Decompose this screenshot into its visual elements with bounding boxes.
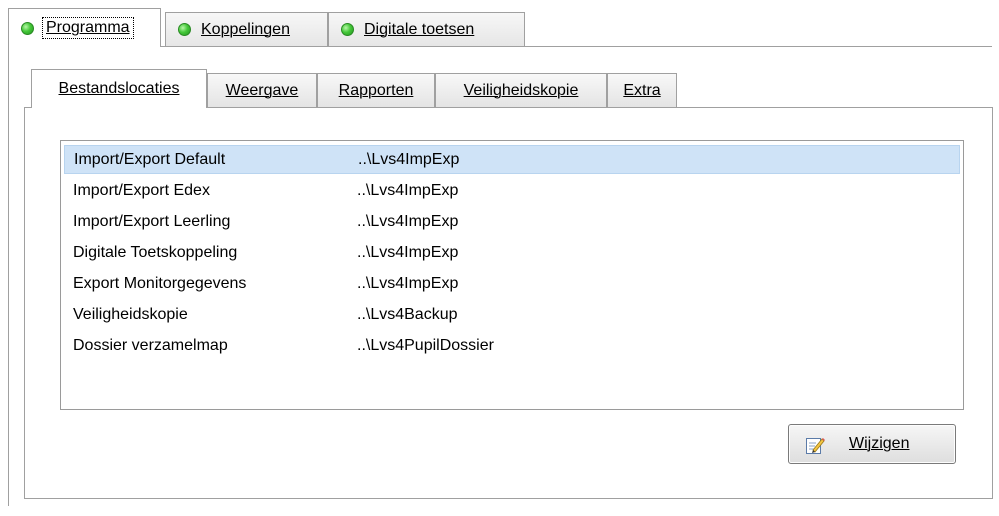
tab-digitale-toetsen[interactable]: Digitale toetsen — [328, 12, 525, 46]
location-path: ..\Lvs4PupilDossier — [357, 336, 494, 354]
tab-veiligheidskopie[interactable]: Veiligheidskopie — [435, 73, 607, 107]
tab-bestandslocaties[interactable]: Bestandslocaties — [31, 69, 207, 108]
location-name: Import/Export Default — [74, 150, 226, 168]
tab-label: Weergave — [225, 81, 299, 99]
tab-weergave[interactable]: Weergave — [207, 73, 317, 107]
edit-pencil-icon — [805, 435, 825, 460]
tab-label: Bestandslocaties — [58, 80, 180, 97]
location-name: Dossier verzamelmap — [73, 336, 228, 354]
tab-extra[interactable]: Extra — [607, 73, 677, 107]
status-led-icon — [341, 23, 354, 36]
location-path: ..\Lvs4ImpExp — [357, 181, 459, 199]
list-item[interactable]: Import/Export Leerling ..\Lvs4ImpExp — [64, 207, 960, 236]
status-led-icon — [21, 21, 34, 35]
tab-label: Digitale toetsen — [364, 20, 475, 38]
tab-label: Rapporten — [338, 81, 414, 99]
location-path: ..\Lvs4ImpExp — [357, 274, 459, 292]
list-item[interactable]: Dossier verzamelmap ..\Lvs4PupilDossier — [64, 331, 960, 360]
location-path: ..\Lvs4ImpExp — [357, 243, 459, 261]
location-name: Digitale Toetskoppeling — [73, 243, 238, 261]
tab-label: Extra — [623, 81, 661, 99]
location-name: Import/Export Edex — [73, 181, 210, 199]
tab-label: Koppelingen — [201, 20, 290, 38]
tab-label: Programma — [42, 17, 134, 39]
location-path: ..\Lvs4ImpExp — [358, 150, 460, 168]
location-name: Veiligheidskopie — [73, 305, 188, 323]
list-item[interactable]: Veiligheidskopie ..\Lvs4Backup — [64, 300, 960, 329]
list-item[interactable]: Export Monitorgegevens ..\Lvs4ImpExp — [64, 269, 960, 298]
location-name: Export Monitorgegevens — [73, 274, 247, 292]
location-path: ..\Lvs4Backup — [357, 305, 458, 323]
button-label: Wijzigen — [849, 435, 910, 452]
location-path: ..\Lvs4ImpExp — [357, 212, 459, 230]
status-led-icon — [178, 23, 191, 36]
location-list[interactable]: Import/Export Default ..\Lvs4ImpExp Impo… — [60, 140, 964, 410]
list-item[interactable]: Import/Export Default ..\Lvs4ImpExp — [64, 145, 960, 174]
wijzigen-button[interactable]: Wijzigen — [788, 424, 956, 464]
tab-programma[interactable]: Programma — [8, 8, 161, 47]
list-item[interactable]: Digitale Toetskoppeling ..\Lvs4ImpExp — [64, 238, 960, 267]
location-name: Import/Export Leerling — [73, 212, 231, 230]
tab-label: Veiligheidskopie — [463, 81, 579, 99]
tab-rapporten[interactable]: Rapporten — [317, 73, 435, 107]
tab-koppelingen[interactable]: Koppelingen — [165, 12, 328, 46]
list-item[interactable]: Import/Export Edex ..\Lvs4ImpExp — [64, 176, 960, 205]
